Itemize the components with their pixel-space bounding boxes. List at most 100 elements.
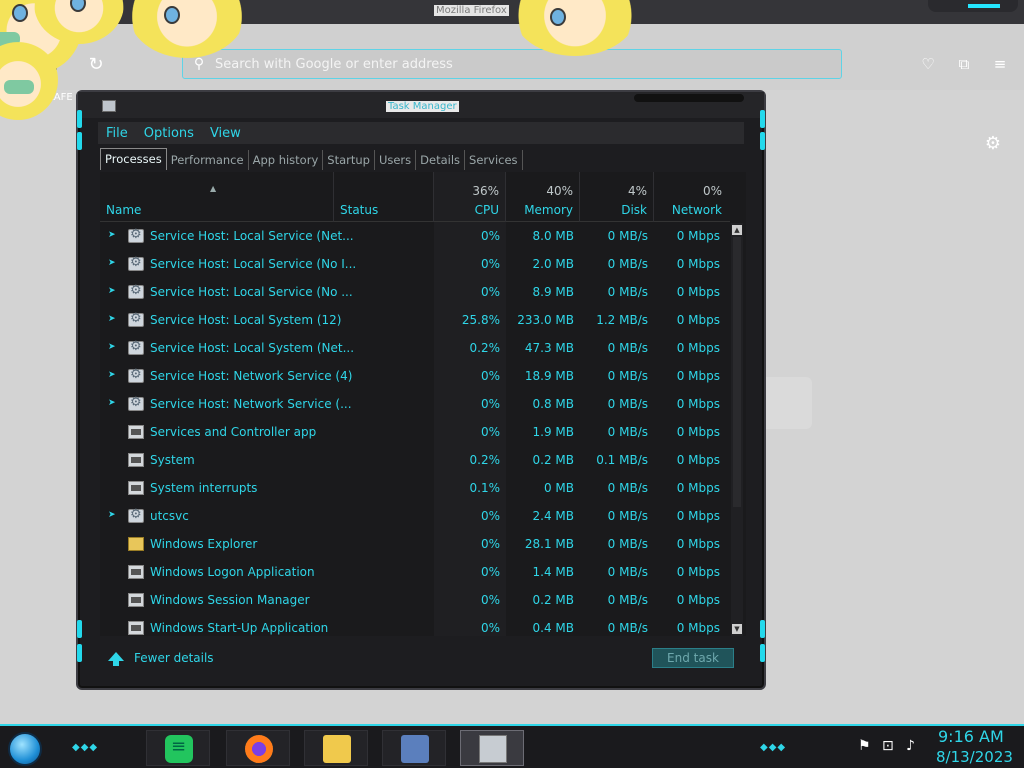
process-cpu: 0%	[480, 369, 500, 383]
expand-chevron-icon[interactable]: ➤	[108, 398, 116, 408]
table-row[interactable]: Windows Session Manager 0% 0.2 MB 0 MB/s 0 M…	[100, 587, 730, 615]
process-memory: 8.9 MB	[532, 285, 574, 299]
window-icon	[128, 425, 144, 439]
menu-view[interactable]: View	[210, 126, 241, 141]
window-icon	[128, 453, 144, 467]
cpu-total-pct: 36%	[472, 184, 499, 198]
process-memory: 28.1 MB	[524, 537, 574, 551]
fewer-details-link[interactable]: Fewer details	[134, 651, 214, 665]
taskbar-app-keyboard[interactable]	[382, 730, 446, 766]
process-cpu: 0%	[480, 229, 500, 243]
tab-strip: Processes Performance App history Startu…	[100, 148, 523, 170]
led-decoration	[77, 110, 82, 128]
expand-chevron-icon[interactable]: ➤	[108, 286, 116, 296]
table-row[interactable]: ➤ Service Host: Local Service (Net... 0% 8.…	[100, 223, 730, 251]
process-name: System	[150, 453, 195, 467]
table-row[interactable]: ➤ Service Host: Local Service (No I... 0% 2…	[100, 251, 730, 279]
table-row[interactable]: ➤ utcsvc 0% 2.4 MB 0 MB/s 0 Mbps	[100, 503, 730, 531]
header-memory-label: Memory	[524, 203, 573, 217]
start-orb-icon[interactable]	[8, 732, 42, 766]
disk-total-pct: 4%	[627, 184, 647, 198]
tab-startup[interactable]: Startup	[323, 150, 375, 170]
table-row[interactable]: ➤ Service Host: Local System (Net... 0.2% 4…	[100, 335, 730, 363]
up-arrow-icon[interactable]	[108, 652, 124, 666]
network-icon[interactable]: ⊡	[882, 738, 894, 754]
process-network: 0 Mbps	[676, 285, 720, 299]
reload-icon[interactable]: ↻	[86, 54, 106, 75]
process-memory: 1.9 MB	[532, 425, 574, 439]
process-memory: 18.9 MB	[524, 369, 574, 383]
header-disk[interactable]: 4% Disk	[580, 172, 654, 222]
vertical-scrollbar[interactable]: ▲ ▼	[731, 223, 743, 636]
process-name: Service Host: Local Service (Net...	[150, 229, 354, 243]
table-row[interactable]: ➤ Service Host: Local System (12) 25.8% 233…	[100, 307, 730, 335]
taskbar-app-firefox[interactable]	[226, 730, 290, 766]
process-name: Windows Explorer	[150, 537, 258, 551]
tab-app-history[interactable]: App history	[249, 150, 324, 170]
volume-icon[interactable]: ♪	[906, 738, 915, 754]
process-disk: 0 MB/s	[607, 257, 648, 271]
address-input[interactable]	[215, 56, 841, 72]
pocket-icon[interactable]: ♡	[918, 54, 938, 74]
process-name: Service Host: Local System (12)	[150, 313, 342, 327]
gear-icon	[128, 339, 144, 355]
process-cpu: 0.1%	[469, 481, 501, 495]
scroll-thumb[interactable]	[733, 237, 741, 507]
gear-icon	[128, 283, 144, 299]
expand-chevron-icon[interactable]: ➤	[108, 258, 116, 268]
window-icon	[128, 593, 144, 607]
process-memory: 2.0 MB	[532, 257, 574, 271]
process-network: 0 Mbps	[676, 397, 720, 411]
task-manager-titlebar[interactable]: Task Manager	[78, 92, 764, 118]
expand-chevron-icon[interactable]: ➤	[108, 314, 116, 324]
process-disk: 0 MB/s	[607, 509, 648, 523]
table-row[interactable]: Windows Logon Application 0% 1.4 MB 0 MB/s 0…	[100, 559, 730, 587]
process-name: Service Host: Network Service (...	[150, 397, 352, 411]
menu-file[interactable]: File	[106, 126, 128, 141]
window-controls[interactable]	[928, 0, 1018, 12]
table-row[interactable]: Windows Start-Up Application 0% 0.4 MB 0 MB…	[100, 615, 730, 636]
table-row[interactable]: ➤ Service Host: Network Service (4) 0% 18.9…	[100, 363, 730, 391]
led-decoration	[77, 644, 82, 662]
table-row[interactable]: System 0.2% 0.2 MB 0.1 MB/s 0 Mbps	[100, 447, 730, 475]
expand-chevron-icon[interactable]: ➤	[108, 510, 116, 520]
expand-chevron-icon[interactable]: ➤	[108, 230, 116, 240]
address-bar[interactable]: ⚲	[182, 49, 842, 79]
table-row[interactable]: ➤ Service Host: Local Service (No ... 0% 8.…	[100, 279, 730, 307]
newtab-shortcut-card[interactable]	[760, 377, 812, 429]
header-network[interactable]: 0% Network	[654, 172, 728, 222]
end-task-button[interactable]: End task	[652, 648, 734, 668]
task-manager-footer: Fewer details End task	[98, 642, 744, 676]
process-rows: ➤ Service Host: Local Service (Net... 0% 8.…	[100, 223, 730, 636]
scroll-down-arrow-icon[interactable]: ▼	[732, 624, 742, 634]
tab-performance[interactable]: Performance	[167, 150, 249, 170]
clock-date[interactable]: 8/13/2023	[936, 748, 1013, 766]
taskbar-app-notes[interactable]	[146, 730, 210, 766]
clock-time[interactable]: 9:16 AM	[938, 727, 1004, 746]
header-memory[interactable]: 40% Memory	[506, 172, 580, 222]
table-row[interactable]: Services and Controller app 0% 1.9 MB 0 MB/…	[100, 419, 730, 447]
tab-processes[interactable]: Processes	[100, 148, 167, 170]
table-row[interactable]: System interrupts 0.1% 0 MB 0 MB/s 0 Mbps	[100, 475, 730, 503]
expand-chevron-icon[interactable]: ➤	[108, 342, 116, 352]
gear-icon	[128, 395, 144, 411]
expand-chevron-icon[interactable]: ➤	[108, 370, 116, 380]
settings-gear-icon[interactable]: ⚙	[983, 134, 1003, 154]
table-row[interactable]: ➤ Service Host: Network Service (... 0% 0.8…	[100, 391, 730, 419]
header-status[interactable]: Status	[334, 172, 434, 222]
header-name[interactable]: ▲ Name	[100, 172, 334, 222]
table-row[interactable]: Windows Explorer 0% 28.1 MB 0 MB/s 0 Mbps	[100, 531, 730, 559]
tab-users[interactable]: Users	[375, 150, 417, 170]
extensions-icon[interactable]: ⧉	[954, 54, 974, 74]
search-icon: ⚲	[193, 56, 205, 72]
taskbar-app-file-explorer[interactable]	[304, 730, 368, 766]
tab-services[interactable]: Services	[465, 150, 523, 170]
tab-details[interactable]: Details	[416, 150, 466, 170]
hamburger-menu-icon[interactable]: ≡	[990, 54, 1010, 74]
menu-options[interactable]: Options	[144, 126, 194, 141]
process-memory: 1.4 MB	[532, 565, 574, 579]
header-cpu[interactable]: 36% CPU	[434, 172, 506, 222]
scroll-up-arrow-icon[interactable]: ▲	[732, 225, 742, 235]
action-center-flag-icon[interactable]: ⚑	[858, 738, 871, 754]
taskbar-app-task-manager[interactable]	[460, 730, 524, 766]
